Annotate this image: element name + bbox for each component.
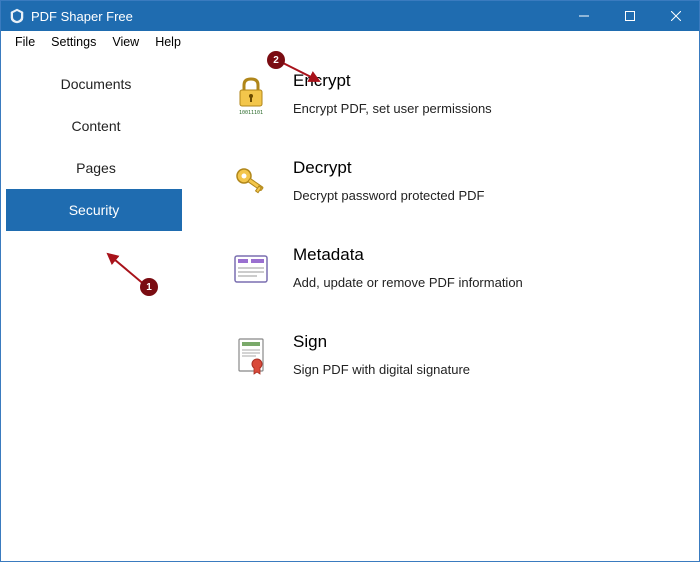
sidebar-item-label: Content [71, 118, 120, 134]
svg-text:10011101: 10011101 [239, 110, 263, 115]
app-icon [9, 8, 25, 24]
sidebar-item-label: Documents [61, 76, 132, 92]
option-decrypt[interactable]: Decrypt Decrypt password protected PDF [231, 158, 679, 203]
sidebar-item-security[interactable]: Security [6, 189, 182, 231]
sidebar-item-label: Pages [76, 160, 116, 176]
option-desc: Add, update or remove PDF information [293, 275, 523, 290]
menu-view[interactable]: View [104, 33, 147, 51]
titlebar: PDF Shaper Free [1, 1, 699, 31]
sidebar-item-documents[interactable]: Documents [1, 63, 191, 105]
main-panel: 10011101 Encrypt Encrypt PDF, set user p… [191, 53, 699, 561]
certificate-icon [231, 336, 271, 376]
menu-help[interactable]: Help [147, 33, 189, 51]
sidebar-item-pages[interactable]: Pages [1, 147, 191, 189]
option-desc: Decrypt password protected PDF [293, 188, 484, 203]
key-icon [231, 162, 271, 202]
sidebar-item-content[interactable]: Content [1, 105, 191, 147]
window-controls [561, 1, 699, 31]
option-title: Metadata [293, 245, 523, 265]
option-title: Decrypt [293, 158, 484, 178]
option-title: Encrypt [293, 71, 492, 91]
sidebar-item-label: Security [69, 202, 120, 218]
menubar: File Settings View Help [1, 31, 699, 53]
option-title: Sign [293, 332, 470, 352]
lock-icon: 10011101 [231, 75, 271, 115]
minimize-button[interactable] [561, 1, 607, 31]
menu-file[interactable]: File [7, 33, 43, 51]
option-sign[interactable]: Sign Sign PDF with digital signature [231, 332, 679, 377]
sidebar: Documents Content Pages Security [1, 53, 191, 561]
metadata-icon [231, 249, 271, 289]
menu-settings[interactable]: Settings [43, 33, 104, 51]
option-desc: Sign PDF with digital signature [293, 362, 470, 377]
close-button[interactable] [653, 1, 699, 31]
option-desc: Encrypt PDF, set user permissions [293, 101, 492, 116]
option-metadata[interactable]: Metadata Add, update or remove PDF infor… [231, 245, 679, 290]
maximize-button[interactable] [607, 1, 653, 31]
app-title: PDF Shaper Free [31, 9, 133, 24]
option-encrypt[interactable]: 10011101 Encrypt Encrypt PDF, set user p… [231, 71, 679, 116]
